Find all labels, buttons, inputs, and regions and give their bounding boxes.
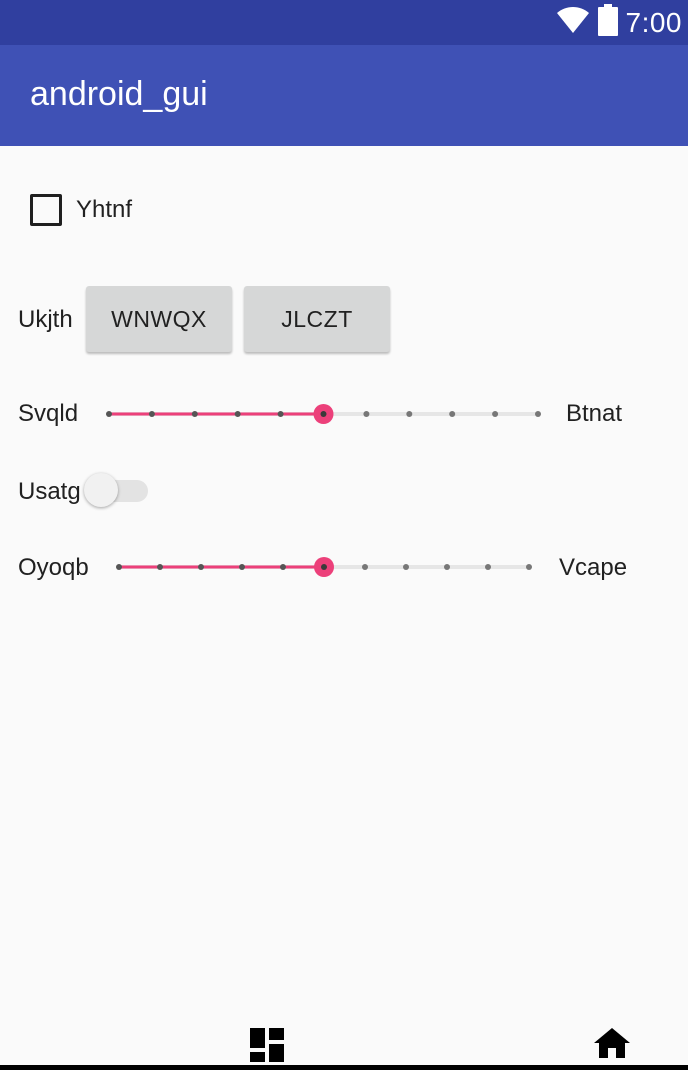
button-jlczt[interactable]: JLCZT	[244, 286, 390, 352]
app-title: android_gui	[30, 75, 208, 113]
slider-tick	[449, 411, 456, 417]
slider-thumb-center	[320, 411, 327, 417]
wifi-icon	[556, 6, 590, 39]
content-area: Yhtnf Ukjth WNWQX JLCZT Svqld Btnat Usat…	[0, 146, 688, 1036]
status-bar: 7:00	[0, 0, 688, 45]
checkbox-label: Yhtnf	[76, 196, 133, 223]
app-bar: android_gui	[0, 45, 688, 146]
slider-tick	[148, 411, 155, 417]
slider2[interactable]	[110, 551, 546, 583]
switch-toggle[interactable]	[84, 473, 150, 507]
slider-tick	[116, 564, 122, 570]
slider2-right-label: Vcape	[559, 554, 628, 581]
slider-tick	[106, 411, 112, 417]
slider-tick	[157, 564, 163, 570]
checkbox[interactable]	[30, 194, 62, 226]
slider-tick	[362, 564, 368, 570]
home-icon[interactable]	[594, 1028, 630, 1063]
slider-tick	[406, 411, 413, 417]
slider-tick	[363, 411, 370, 417]
switch-thumb[interactable]	[84, 473, 118, 507]
slider-tick	[526, 564, 532, 570]
slider-tick	[198, 564, 204, 570]
slider-tick	[492, 411, 499, 417]
button-wnwqx[interactable]: WNWQX	[86, 286, 232, 352]
bottom-nav	[0, 1028, 688, 1070]
slider-tick	[485, 564, 491, 570]
slider-tick	[239, 564, 245, 570]
nav-bar-edge	[0, 1065, 688, 1070]
slider1-right-label: Btnat	[566, 400, 623, 427]
slider1[interactable]	[100, 398, 550, 430]
slider-tick	[277, 411, 284, 417]
slider-tick	[444, 564, 450, 570]
battery-icon	[597, 4, 618, 41]
slider2-left-label: Oyoqb	[18, 554, 89, 581]
slider-tick	[234, 411, 241, 417]
slider-tick	[191, 411, 198, 417]
slider-thumb-center	[321, 564, 327, 570]
slider-tick	[535, 411, 541, 417]
slider-tick	[280, 564, 286, 570]
status-icons: 7:00	[556, 0, 683, 45]
slider1-left-label: Svqld	[18, 400, 79, 427]
switch-label: Usatg	[18, 478, 81, 505]
slider-tick	[403, 564, 409, 570]
checkbox-row[interactable]: Yhtnf	[30, 194, 132, 226]
status-time: 7:00	[625, 6, 682, 38]
dashboard-icon[interactable]	[250, 1028, 284, 1067]
button-row-label: Ukjth	[18, 306, 73, 333]
